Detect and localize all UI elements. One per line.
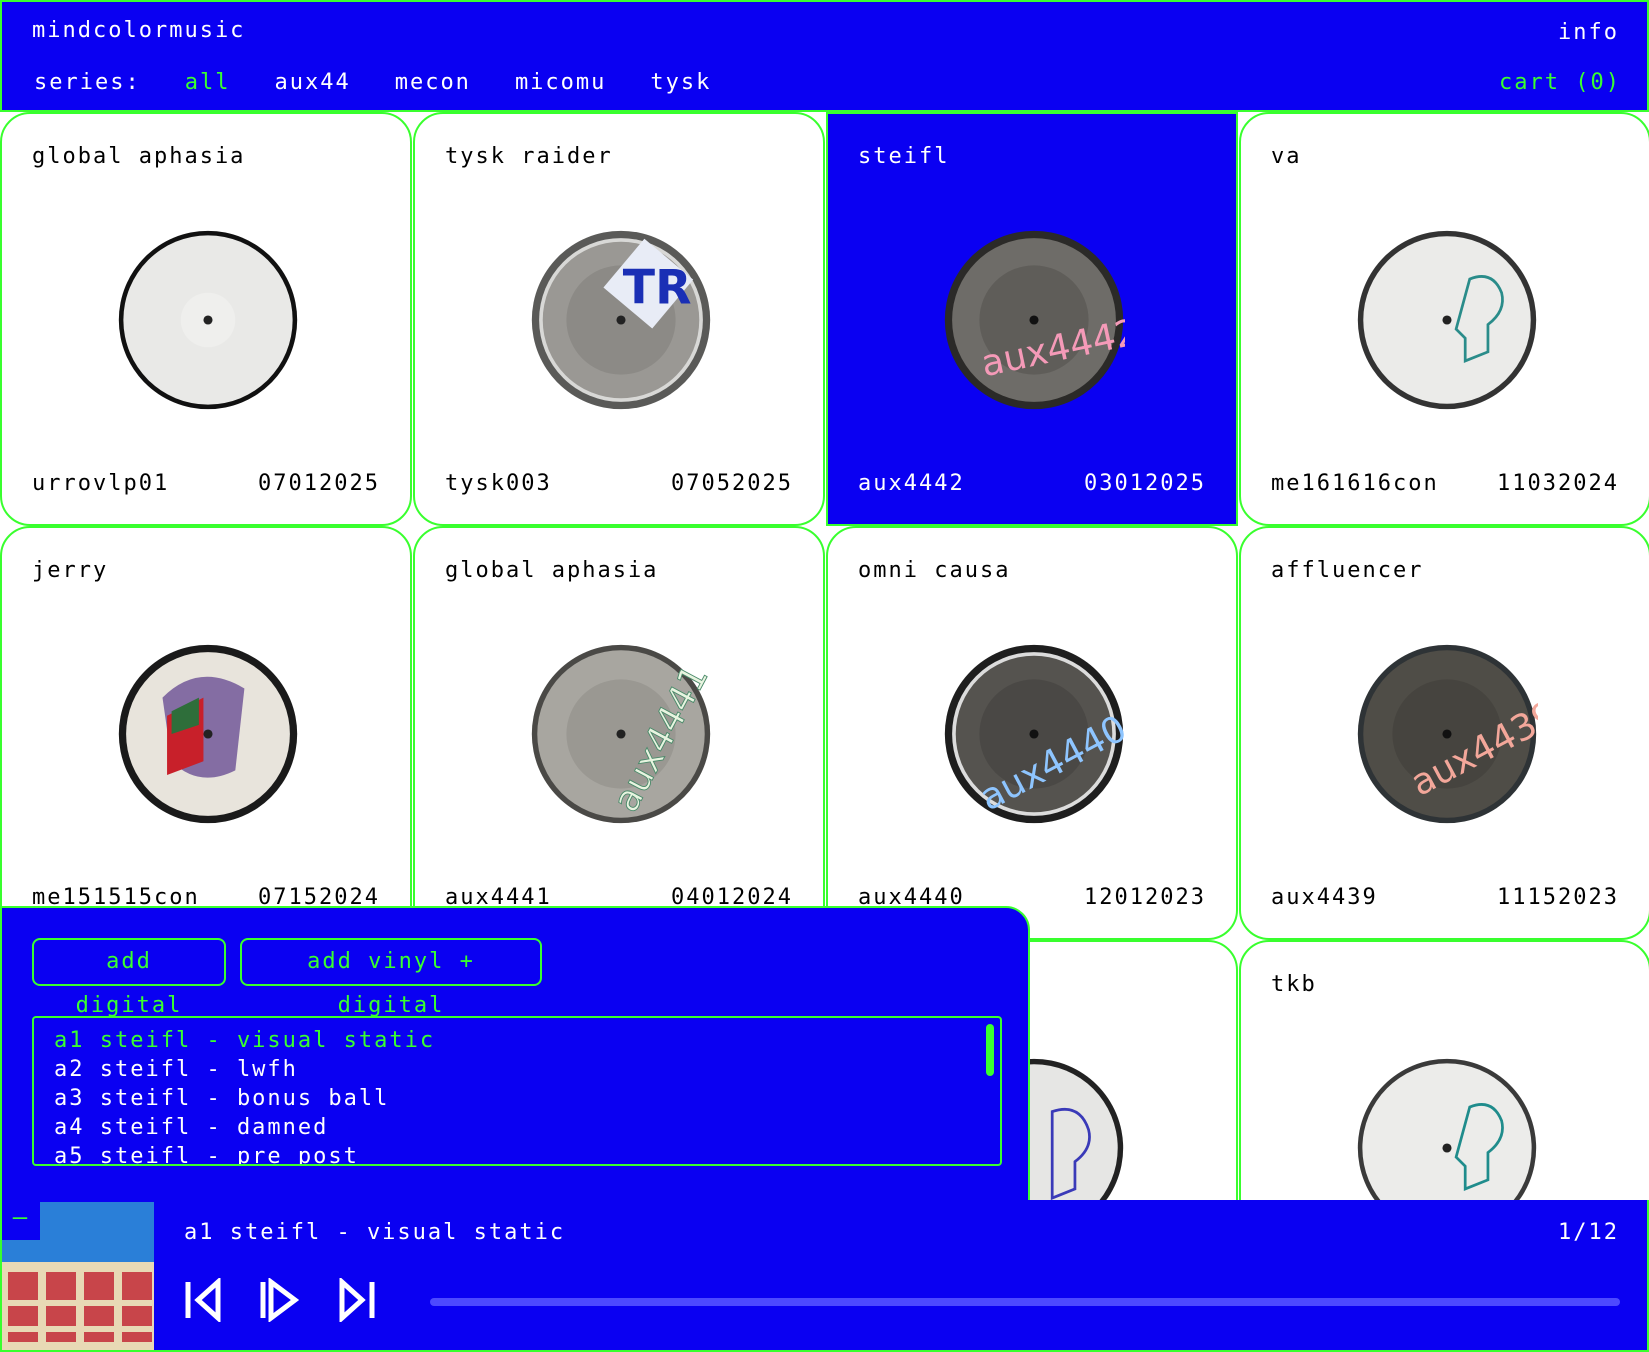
release-date: 12012023 [1084, 885, 1206, 910]
release-date: 03012025 [1084, 471, 1206, 496]
progress-bar[interactable] [430, 1298, 1620, 1306]
play-icon[interactable] [259, 1278, 299, 1322]
release-artist: global aphasia [445, 558, 659, 583]
add-digital-button[interactable]: add digital [32, 938, 226, 1018]
vinyl-record-image [118, 230, 298, 410]
series-filter-micomu[interactable]: micomu [515, 70, 606, 95]
vinyl-record-image: aux4442 [944, 230, 1125, 410]
release-card-selected[interactable]: steifl aux4442 aux4442 03012025 [826, 112, 1238, 526]
now-playing-title: a1 steifl - visual static [184, 1220, 566, 1245]
info-link[interactable]: info [1558, 20, 1619, 45]
track-item[interactable]: a3 steifl - bonus ball [54, 1084, 980, 1113]
now-playing-artwork: – [2, 1202, 154, 1350]
release-artist: tkb [1271, 972, 1317, 997]
release-detail-panel: add digital add vinyl + digital a1 steif… [0, 906, 1030, 1206]
series-nav: series: all aux44 mecon micomu tysk [34, 70, 711, 95]
track-item[interactable]: a5 steifl - pre post [54, 1142, 980, 1164]
tracklist-scrollbar[interactable] [986, 1024, 994, 1076]
release-card[interactable]: jerry me151515con 07152024 [0, 526, 412, 940]
cart-link[interactable]: cart (0) [1499, 70, 1621, 95]
release-artist: va [1271, 144, 1302, 169]
series-filter-tysk[interactable]: tysk [650, 70, 711, 95]
vinyl-record-image [1357, 230, 1537, 410]
series-filter-all[interactable]: all [185, 70, 231, 95]
release-artist: tysk raider [445, 144, 613, 169]
release-card[interactable]: omni causa aux4440 aux4440 12012023 [826, 526, 1238, 940]
release-catalog-number: aux4442 [858, 471, 965, 496]
release-artist: global aphasia [32, 144, 246, 169]
vinyl-record-image: TR [531, 230, 711, 410]
vinyl-record-image: aux4441 [531, 644, 712, 824]
release-catalog-number: urrovlp01 [32, 471, 170, 496]
site-title[interactable]: mindcolormusic [32, 18, 245, 43]
svg-text:TR: TR [623, 261, 692, 316]
release-card[interactable]: va me161616con 11032024 [1239, 112, 1649, 526]
track-item[interactable]: a1 steifl - visual static [54, 1026, 980, 1055]
release-artist: jerry [32, 558, 109, 583]
release-date: 11032024 [1497, 471, 1619, 496]
collapse-player-button[interactable]: – [2, 1202, 40, 1240]
prev-icon[interactable] [184, 1278, 224, 1322]
audio-player: – a1 steifl - visual static 1/12 [0, 1200, 1649, 1352]
release-date: 07012025 [258, 471, 380, 496]
release-catalog-number: aux4439 [1271, 885, 1378, 910]
track-counter: 1/12 [1558, 1220, 1619, 1245]
track-item[interactable]: a2 steifl - lwfh [54, 1055, 980, 1084]
release-artist: steifl [858, 144, 950, 169]
add-vinyl-digital-button[interactable]: add vinyl + digital [240, 938, 542, 1018]
series-label: series: [34, 70, 141, 95]
release-card[interactable]: tysk raider TR tysk003 07052025 [413, 112, 825, 526]
release-date: 07052025 [671, 471, 793, 496]
tracklist[interactable]: a1 steifl - visual static a2 steifl - lw… [32, 1016, 1002, 1166]
release-card[interactable]: global aphasia urrovlp01 07012025 [0, 112, 412, 526]
release-catalog-number: me161616con [1271, 471, 1439, 496]
series-filter-mecon[interactable]: mecon [395, 70, 471, 95]
release-date: 11152023 [1497, 885, 1619, 910]
release-card[interactable]: global aphasia aux4441 aux4441 04012024 [413, 526, 825, 940]
track-item[interactable]: a4 steifl - damned [54, 1113, 980, 1142]
site-header: mindcolormusic info series: all aux44 me… [0, 0, 1649, 112]
release-catalog-number: tysk003 [445, 471, 552, 496]
vinyl-record-image: aux4440 [944, 644, 1125, 824]
vinyl-record-image: aux4439 [1357, 644, 1538, 824]
release-card[interactable]: affluencer aux4439 aux4439 11152023 [1239, 526, 1649, 940]
release-artist: affluencer [1271, 558, 1424, 583]
vinyl-record-image [118, 644, 298, 824]
next-icon[interactable] [336, 1278, 376, 1322]
release-artist: omni causa [858, 558, 1011, 583]
series-filter-aux44[interactable]: aux44 [274, 70, 350, 95]
